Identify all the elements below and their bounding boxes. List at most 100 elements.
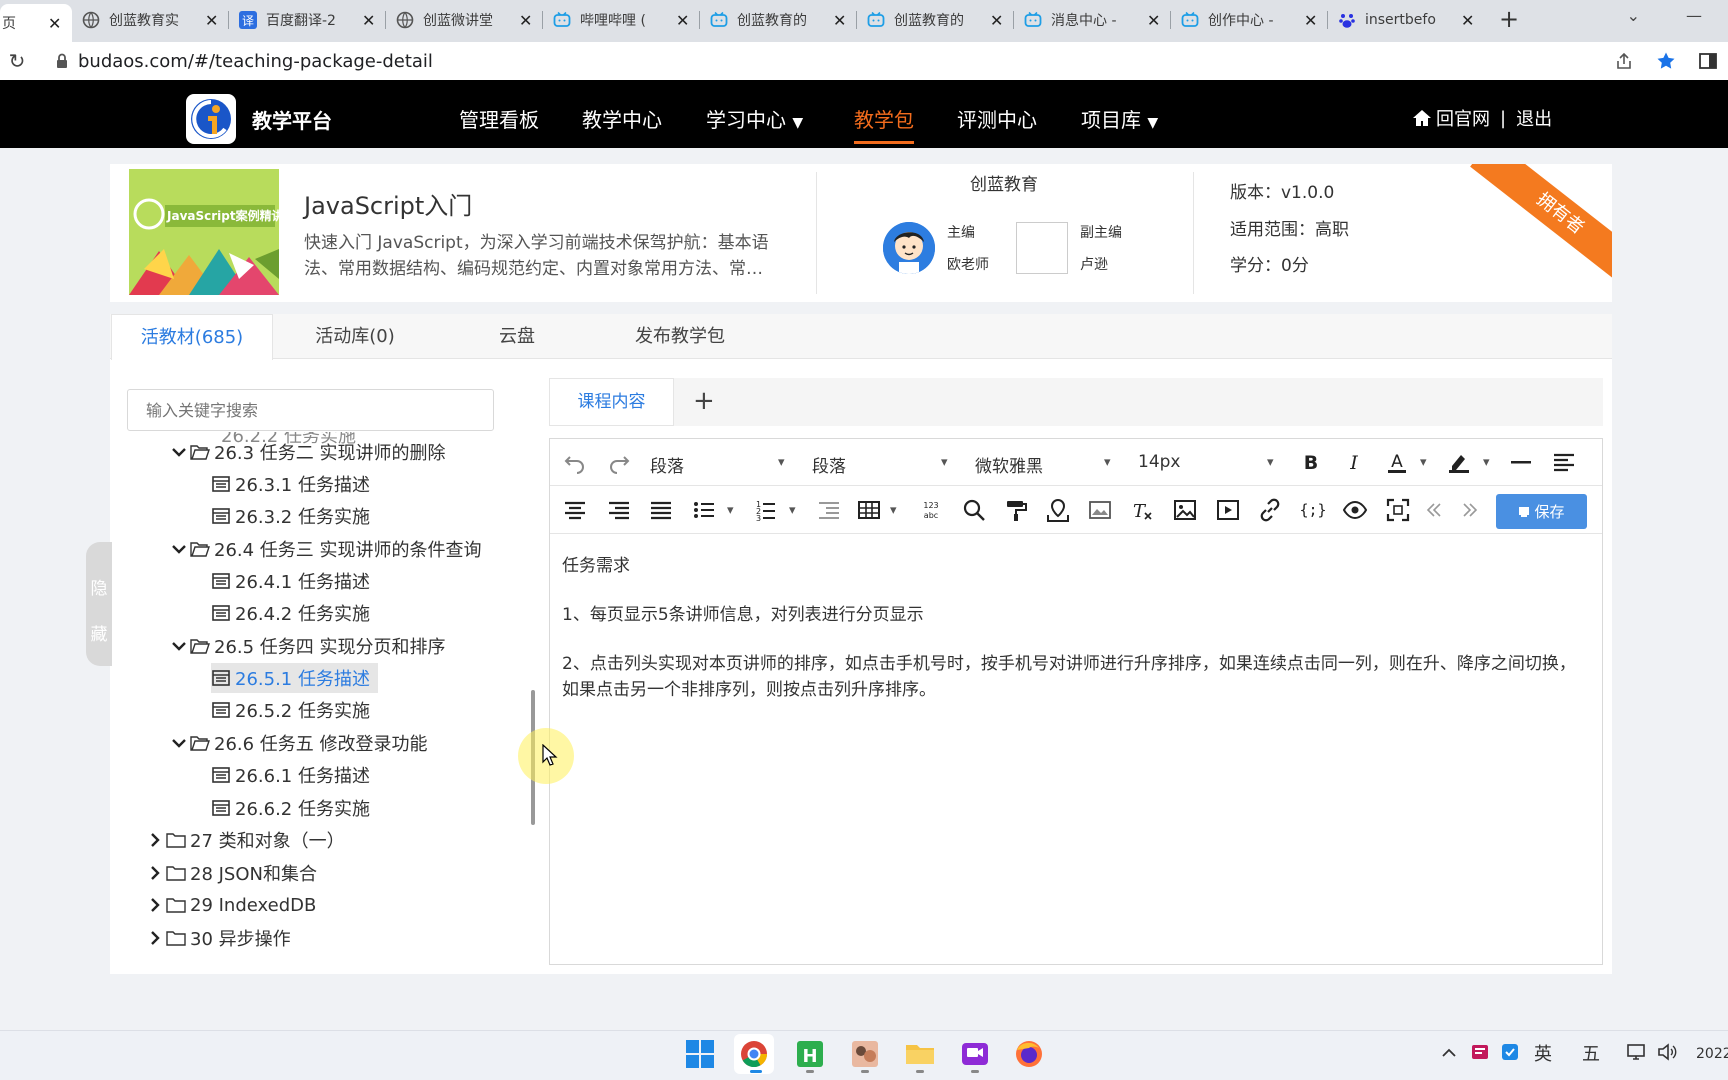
windows-start-icon[interactable] — [680, 1034, 720, 1074]
logout-link[interactable]: 退出 — [1516, 105, 1552, 131]
browser-tab[interactable]: 译 百度翻译-2 ✕ — [229, 3, 386, 37]
tree-doc[interactable]: 26.6.2 任务实施 — [211, 793, 370, 823]
numbered-list-icon[interactable]: 123 — [752, 497, 778, 523]
photo-app-icon[interactable] — [845, 1034, 885, 1074]
tree-doc[interactable]: 26.4.1 任务描述 — [211, 566, 370, 596]
chevron-down-icon[interactable]: ▾ — [1420, 455, 1427, 470]
tree-folder-collapsed[interactable]: 28 JSON和集合 — [146, 858, 317, 888]
image-icon[interactable] — [1172, 497, 1198, 523]
browser-tab[interactable]: 创作中心 - ✕ — [1171, 3, 1328, 37]
url-text[interactable]: budaos.com/#/teaching-package-detail — [78, 51, 433, 72]
browser-tab[interactable]: 创蓝微讲堂 ✕ — [386, 3, 543, 37]
ime-language[interactable]: 英 — [1534, 1040, 1552, 1066]
bookmark-star-icon[interactable] — [1656, 51, 1676, 71]
editor-content[interactable]: 任务需求 1、每页显示5条讲师信息，对列表进行分页显示 2、点击列头实现对本页讲… — [562, 553, 1592, 726]
lock-icon[interactable] — [52, 51, 72, 71]
align-right-icon[interactable] — [606, 497, 632, 523]
paragraph-select[interactable]: 段落 — [812, 452, 846, 477]
side-panel-icon[interactable] — [1698, 51, 1718, 71]
browser-tab[interactable]: 哔哩哔哩 ( ✕ — [543, 3, 700, 37]
save-button[interactable]: 保存 — [1496, 494, 1587, 529]
tree-folder-collapsed[interactable]: 30 异步操作 — [146, 923, 291, 953]
font-color-icon[interactable]: A — [1384, 449, 1410, 475]
nav-project-library[interactable]: 项目库 ▼ — [1081, 104, 1158, 133]
tree-doc[interactable]: 26.3.2 任务实施 — [211, 501, 370, 531]
indent-icon[interactable] — [816, 497, 842, 523]
tab-publish-package[interactable]: 发布教学包 — [610, 314, 750, 360]
chevron-down-icon[interactable]: ▾ — [778, 455, 785, 470]
tree-folder-collapsed[interactable]: 27 类和对象（一） — [146, 825, 345, 855]
font-size-select[interactable]: 14px — [1138, 452, 1180, 472]
reload-icon[interactable]: ↻ — [0, 49, 34, 73]
tree-doc[interactable]: 26.3.1 任务描述 — [211, 469, 370, 499]
home-link[interactable]: 回官网 — [1436, 105, 1490, 131]
fullscreen-icon[interactable] — [1385, 497, 1411, 523]
browser-tab[interactable]: 创蓝教育实 ✕ — [72, 3, 229, 37]
chevrons-right-icon[interactable] — [1457, 497, 1483, 523]
justify-icon[interactable] — [648, 497, 674, 523]
bullet-list-icon[interactable] — [691, 497, 717, 523]
undo-icon[interactable] — [562, 449, 588, 475]
align-left-icon[interactable] — [1551, 449, 1577, 475]
close-icon[interactable]: ✕ — [1461, 11, 1475, 30]
video-icon[interactable] — [1215, 497, 1241, 523]
chevrons-left-icon[interactable] — [1421, 497, 1447, 523]
browser-tab[interactable]: 创蓝教育的 ✕ — [857, 3, 1014, 37]
new-tab-button[interactable]: + — [1499, 5, 1529, 33]
chevron-down-icon[interactable]: ▾ — [1267, 455, 1274, 470]
tree-search-input[interactable] — [127, 389, 494, 431]
close-icon[interactable]: ✕ — [676, 11, 690, 30]
close-icon[interactable]: ✕ — [990, 11, 1004, 30]
browser-tab[interactable]: 消息中心 - ✕ — [1014, 3, 1171, 37]
browser-tab[interactable]: 创蓝教育的 ✕ — [700, 3, 857, 37]
chevron-down-icon[interactable]: ▾ — [789, 503, 796, 518]
share-icon[interactable] — [1614, 51, 1634, 71]
close-icon[interactable]: ✕ — [1304, 11, 1318, 30]
nav-learning-center[interactable]: 学习中心 ▼ — [706, 104, 803, 133]
chevron-down-icon[interactable]: ▾ — [727, 503, 734, 518]
browser-tab[interactable]: 页 ✕ — [0, 4, 72, 42]
hide-sidebar-button[interactable]: 隐 藏 — [86, 542, 112, 666]
chevron-down-icon[interactable]: ▾ — [1104, 455, 1111, 470]
chevron-down-icon[interactable]: ▾ — [1483, 455, 1490, 470]
search-icon[interactable] — [961, 497, 987, 523]
tree-doc[interactable]: 26.6.1 任务描述 — [211, 760, 370, 790]
code-icon[interactable]: {;} — [1300, 497, 1326, 523]
italic-icon[interactable]: I — [1341, 449, 1367, 475]
image-gallery-icon[interactable] — [1087, 497, 1113, 523]
nav-dashboard[interactable]: 管理看板 — [459, 104, 539, 133]
close-icon[interactable]: ✕ — [519, 11, 533, 30]
tab-search-icon[interactable]: ⌄ — [1627, 6, 1640, 25]
nav-teaching-package[interactable]: 教学包 — [854, 104, 914, 144]
ime-mode[interactable]: 五 — [1582, 1040, 1600, 1066]
align-center-icon[interactable] — [562, 497, 588, 523]
tab-course-content[interactable]: 课程内容 — [549, 378, 674, 426]
volume-icon[interactable] — [1656, 1042, 1678, 1062]
clear-format-icon[interactable]: T — [1129, 497, 1155, 523]
bold-icon[interactable]: B — [1298, 449, 1324, 475]
tree-doc-selected[interactable]: 26.5.1 任务描述 — [211, 663, 378, 693]
table-icon[interactable] — [856, 497, 882, 523]
tree-folder[interactable]: 26.5 任务四 实现分页和排序 — [170, 631, 446, 661]
tab-activity-library[interactable]: 活动库(0) — [292, 314, 418, 360]
character-count-icon[interactable]: 123abc — [918, 497, 944, 523]
tree-folder[interactable]: 26.6 任务五 修改登录功能 — [170, 728, 428, 758]
chevron-up-icon[interactable] — [1440, 1044, 1458, 1062]
nav-assessment-center[interactable]: 评测中心 — [957, 104, 1037, 133]
tree-folder[interactable]: 26.3 任务二 实现讲师的删除 — [170, 437, 446, 467]
format-painter-icon[interactable] — [1003, 497, 1029, 523]
add-tab-button[interactable]: + — [693, 386, 715, 416]
browser-tab[interactable]: insertbefo ✕ — [1328, 3, 1485, 37]
redo-icon[interactable] — [606, 449, 632, 475]
chevron-down-icon[interactable]: ▾ — [941, 455, 948, 470]
preview-icon[interactable] — [1342, 497, 1368, 523]
input-method-icon[interactable] — [1500, 1042, 1520, 1062]
tab-live-materials[interactable]: 活教材(685) — [111, 314, 273, 360]
taskbar-chrome[interactable] — [734, 1034, 774, 1074]
tray-app-icon[interactable] — [1470, 1042, 1490, 1062]
minimize-icon[interactable]: — — [1686, 6, 1702, 25]
close-icon[interactable]: ✕ — [205, 11, 219, 30]
file-explorer-icon[interactable] — [900, 1034, 940, 1074]
highlight-color-icon[interactable] — [1446, 449, 1472, 475]
firefox-icon[interactable] — [1009, 1034, 1049, 1074]
